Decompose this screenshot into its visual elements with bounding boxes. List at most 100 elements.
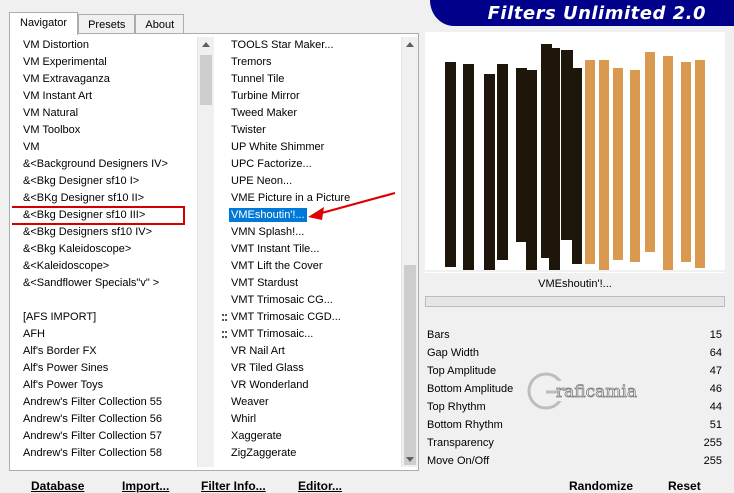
filter-item-label: Tweed Maker xyxy=(231,107,298,119)
filter-item-label: Tunnel Tile xyxy=(231,73,285,85)
param-value[interactable]: 15 xyxy=(710,326,722,344)
category-item[interactable]: VM Distortion xyxy=(12,37,198,54)
filter-item[interactable]: ZigZaggerate xyxy=(218,445,402,462)
filter-scroll-thumb[interactable] xyxy=(404,265,416,465)
grip-icon xyxy=(222,314,227,321)
filter-info-button[interactable]: Filter Info... xyxy=(201,479,266,493)
category-item[interactable]: &<Bkg Designer sf10 I> xyxy=(12,173,198,190)
param-value[interactable]: 44 xyxy=(710,398,722,416)
scroll-down-icon[interactable] xyxy=(406,457,414,462)
category-scroll-thumb[interactable] xyxy=(200,55,212,105)
filter-item[interactable]: Weaver xyxy=(218,394,402,411)
category-item[interactable]: Alf's Power Toys xyxy=(12,377,198,394)
filter-item[interactable]: VMT Trimosaic CGD... xyxy=(218,309,402,326)
param-row[interactable]: Transparency 255 xyxy=(425,434,725,452)
category-item-selected[interactable]: &<Bkg Designer sf10 III> xyxy=(12,206,185,225)
category-item[interactable]: &<Background Designers IV> xyxy=(12,156,198,173)
filter-item-label: UPE Neon... xyxy=(231,175,293,187)
filter-item-label: VMN Splash!... xyxy=(231,226,305,238)
randomize-button[interactable]: Randomize xyxy=(569,479,633,493)
category-item[interactable]: Andrew's Filter Collection 58 xyxy=(12,445,198,462)
filter-item[interactable]: VMN Splash!... xyxy=(218,224,402,241)
category-item[interactable]: Andrew's Filter Collection 57 xyxy=(12,428,198,445)
preview-bar xyxy=(497,64,508,260)
filter-item[interactable]: VMT Instant Tile... xyxy=(218,241,402,258)
filter-item[interactable]: UPE Neon... xyxy=(218,173,402,190)
param-value[interactable]: 255 xyxy=(704,434,722,452)
filter-list[interactable]: TOOLS Star Maker... Tremors Tunnel Tile Tur… xyxy=(218,37,402,467)
category-item[interactable]: &<Bkg Designers sf10 IV> xyxy=(12,224,198,241)
preview-bar xyxy=(445,62,456,267)
category-item[interactable]: &<BKg Designer sf10 II> xyxy=(12,190,198,207)
param-row[interactable]: Gap Width 64 xyxy=(425,344,725,362)
category-item[interactable]: Alf's Border FX xyxy=(12,343,198,360)
filter-item[interactable]: Tremors xyxy=(218,54,402,71)
filter-item[interactable]: UP White Shimmer xyxy=(218,139,402,156)
category-item[interactable]: VM Instant Art xyxy=(12,88,198,105)
filter-item[interactable]: VMT Stardust xyxy=(218,275,402,292)
filter-item[interactable]: UPC Factorize... xyxy=(218,156,402,173)
param-value[interactable]: 51 xyxy=(710,416,722,434)
param-label: Bottom Rhythm xyxy=(427,419,503,431)
param-row[interactable]: Top Amplitude 47 xyxy=(425,362,725,380)
filter-item[interactable]: VMT Lift the Cover xyxy=(218,258,402,275)
filter-item[interactable]: Whirl xyxy=(218,411,402,428)
param-label: Bars xyxy=(427,329,450,341)
reset-button[interactable]: Reset xyxy=(668,479,701,493)
param-row[interactable]: Bottom Amplitude 46 xyxy=(425,380,725,398)
filter-item[interactable]: Tunnel Tile xyxy=(218,71,402,88)
category-list[interactable]: VM Distortion VM Experimental VM Extravaga… xyxy=(12,37,198,467)
filter-item[interactable]: Turbine Mirror xyxy=(218,88,402,105)
tab-navigator[interactable]: Navigator xyxy=(9,12,79,35)
filter-item-label: VR Nail Art xyxy=(231,345,285,357)
param-row[interactable]: Bars 15 xyxy=(425,326,725,344)
category-item[interactable]: [AFS IMPORT] xyxy=(12,309,198,326)
category-item[interactable]: VM xyxy=(12,139,198,156)
category-item[interactable]: AFH xyxy=(12,326,198,343)
category-scrollbar[interactable] xyxy=(197,37,214,467)
import-button[interactable]: Import... xyxy=(122,479,169,493)
filter-item[interactable]: Xaggerate xyxy=(218,428,402,445)
param-value[interactable]: 46 xyxy=(710,380,722,398)
param-label: Top Rhythm xyxy=(427,401,486,413)
category-item[interactable]: &<Sandflower Specials"v" > xyxy=(12,275,198,292)
filter-item[interactable]: VR Tiled Glass xyxy=(218,360,402,377)
param-row[interactable]: Top Rhythm 44 xyxy=(425,398,725,416)
preview-bar xyxy=(681,62,691,262)
filter-item[interactable]: VR Nail Art xyxy=(218,343,402,360)
category-item[interactable]: Andrew's Filter Collection 56 xyxy=(12,411,198,428)
category-item[interactable]: VM Toolbox xyxy=(12,122,198,139)
filter-item-label: VMEshoutin'!... xyxy=(229,208,307,222)
filter-item[interactable]: VR Wonderland xyxy=(218,377,402,394)
filter-item[interactable]: VMT Trimosaic... xyxy=(218,326,402,343)
category-item[interactable]: VM Natural xyxy=(12,105,198,122)
category-item[interactable]: &<Bkg Kaleidoscope> xyxy=(12,241,198,258)
tab-presets[interactable]: Presets xyxy=(78,14,136,35)
param-value[interactable]: 47 xyxy=(710,362,722,380)
filter-item[interactable]: VMT Trimosaic CG... xyxy=(218,292,402,309)
category-item[interactable]: VM Experimental xyxy=(12,54,198,71)
category-item[interactable] xyxy=(12,292,198,309)
preview-bar xyxy=(645,52,655,252)
param-value[interactable]: 64 xyxy=(710,344,722,362)
filter-item-label: Whirl xyxy=(231,413,257,425)
scroll-up-icon[interactable] xyxy=(202,42,210,47)
filter-item[interactable]: TOOLS Star Maker... xyxy=(218,37,402,54)
tab-about[interactable]: About xyxy=(135,14,185,35)
filter-item[interactable]: Tweed Maker xyxy=(218,105,402,122)
param-value[interactable]: 255 xyxy=(704,452,722,470)
category-item[interactable]: Andrew's Filter Collection 55 xyxy=(12,394,198,411)
filter-item[interactable]: Twister xyxy=(218,122,402,139)
category-item[interactable]: &<Kaleidoscope> xyxy=(12,258,198,275)
param-row[interactable]: Move On/Off 255 xyxy=(425,452,725,470)
category-item[interactable]: VM Extravaganza xyxy=(12,71,198,88)
editor-button[interactable]: Editor... xyxy=(298,479,342,493)
scroll-up-icon[interactable] xyxy=(406,42,414,47)
filter-scrollbar[interactable] xyxy=(401,37,418,467)
filter-item-label: TOOLS Star Maker... xyxy=(231,39,334,51)
preview-bar xyxy=(516,68,527,242)
param-row[interactable]: Bottom Rhythm 51 xyxy=(425,416,725,434)
category-item[interactable]: Alf's Power Sines xyxy=(12,360,198,377)
param-label: Top Amplitude xyxy=(427,365,497,377)
database-button[interactable]: Database xyxy=(31,479,84,493)
